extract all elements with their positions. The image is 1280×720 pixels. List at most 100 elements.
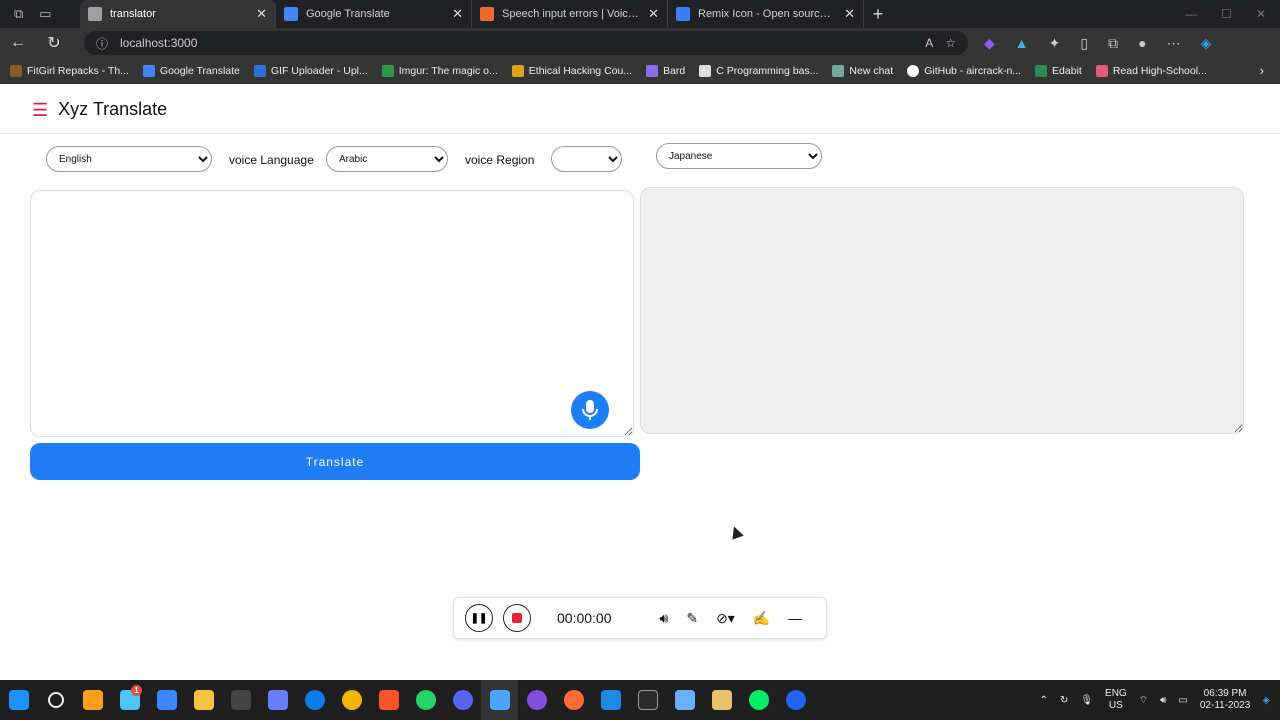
taskbar-app[interactable]: 1 xyxy=(111,680,148,720)
microphone-button[interactable] xyxy=(571,391,609,429)
voice-region-select[interactable] xyxy=(551,146,622,172)
tab-title: Speech input errors | Voice notel xyxy=(502,8,640,20)
bookmark-item[interactable]: Edabit xyxy=(1035,64,1082,77)
pause-button[interactable]: ❚❚ xyxy=(465,604,493,632)
mic-tray-icon[interactable]: 🎙︎ xyxy=(1080,695,1093,706)
voice-language-select[interactable]: Arabic xyxy=(326,146,448,172)
bookmark-label: Read High-School... xyxy=(1112,64,1207,77)
camera-off-icon[interactable]: ⊘▾ xyxy=(716,610,735,627)
brave-icon xyxy=(378,690,399,710)
search-button[interactable] xyxy=(37,680,74,720)
bookmark-item[interactable]: GitHub - aircrack-n... xyxy=(907,64,1021,77)
voice-region-label: voice Region xyxy=(465,153,535,167)
profile-avatar-icon[interactable]: ● xyxy=(1138,35,1146,51)
collections-icon[interactable]: ⧉ xyxy=(1108,35,1118,52)
read-aloud-icon[interactable]: A xyxy=(925,36,933,50)
app-title: Xyz Translate xyxy=(58,99,168,119)
bookmark-item[interactable]: Google Translate xyxy=(142,64,240,77)
notification-badge: 1 xyxy=(131,685,142,696)
address-bar[interactable]: ⓘ localhost:3000 A ☆ xyxy=(84,31,968,55)
wifi-icon[interactable]: ⌔ xyxy=(1139,694,1148,707)
taskbar-app[interactable] xyxy=(740,680,777,720)
hamburger-menu-icon[interactable]: ☰ xyxy=(32,101,48,119)
chevron-right-icon[interactable]: › xyxy=(1260,63,1264,78)
workspaces-icon[interactable]: ⧉ xyxy=(14,6,23,22)
translate-button[interactable]: Translate xyxy=(30,443,640,480)
extension-v-icon[interactable]: ◆ xyxy=(984,35,995,52)
taskbar-app[interactable] xyxy=(481,680,518,720)
battery-icon[interactable]: ▭ xyxy=(1178,695,1187,706)
maximize-icon[interactable]: ☐ xyxy=(1221,7,1232,21)
microphone-off-icon[interactable]: ✎ xyxy=(686,610,698,627)
taskbar-app[interactable] xyxy=(222,680,259,720)
favorite-star-icon[interactable]: ☆ xyxy=(945,36,956,50)
bookmark-item[interactable]: New chat xyxy=(832,64,893,77)
stop-button[interactable] xyxy=(503,604,531,632)
taskbar-app[interactable] xyxy=(777,680,814,720)
sync-icon[interactable]: ↻ xyxy=(1060,695,1068,706)
taskbar-app[interactable] xyxy=(148,680,185,720)
bookmark-item[interactable]: GIF Uploader - Upl... xyxy=(253,64,368,77)
tab-list-icon[interactable]: ▭ xyxy=(39,6,51,22)
target-language-select[interactable]: Japanese xyxy=(656,143,822,169)
taskbar-app[interactable] xyxy=(296,680,333,720)
taskbar-app[interactable] xyxy=(333,680,370,720)
info-icon[interactable]: ⓘ xyxy=(96,35,108,52)
speaker-icon[interactable]: 🔊︎ xyxy=(660,610,669,627)
browser-tab[interactable]: Speech input errors | Voice notel ✕ xyxy=(472,0,668,28)
taskbar-app[interactable] xyxy=(629,680,666,720)
source-text-input[interactable] xyxy=(30,190,634,437)
split-screen-icon[interactable]: ▯ xyxy=(1080,35,1088,52)
taskbar-app[interactable] xyxy=(555,680,592,720)
vscode-icon xyxy=(600,690,621,710)
browser-tab[interactable]: Google Translate ✕ xyxy=(276,0,472,28)
taskbar-app[interactable] xyxy=(74,680,111,720)
bookmark-item[interactable]: Imgur: The magic o... xyxy=(381,64,498,77)
taskbar-app[interactable] xyxy=(259,680,296,720)
browser-tab[interactable]: translator ✕ xyxy=(80,0,276,28)
browser-tab[interactable]: Remix Icon - Open source icon li ✕ xyxy=(668,0,864,28)
volume-icon[interactable]: 🔊︎ xyxy=(1160,695,1166,706)
epic-games-icon xyxy=(637,690,658,710)
copilot-tray-icon[interactable]: ◈ xyxy=(1262,695,1270,706)
close-window-icon[interactable]: ✕ xyxy=(1256,7,1266,21)
taskbar-app[interactable] xyxy=(444,680,481,720)
taskbar-app[interactable] xyxy=(370,680,407,720)
extension-a-icon[interactable]: ▲ xyxy=(1015,35,1029,51)
minimize-recorder-icon[interactable]: — xyxy=(788,610,802,626)
taskbar-app[interactable] xyxy=(666,680,703,720)
close-icon[interactable]: ✕ xyxy=(256,6,267,22)
bookmark-item[interactable]: Bard xyxy=(646,64,685,77)
close-icon[interactable]: ✕ xyxy=(844,6,855,22)
copilot-icon[interactable]: ◈ xyxy=(1201,35,1212,52)
taskbar-app[interactable] xyxy=(185,680,222,720)
source-language-select[interactable]: English xyxy=(46,146,212,172)
new-tab-button[interactable]: + xyxy=(864,0,892,28)
extensions-icon[interactable]: ✦ xyxy=(1049,35,1061,52)
more-menu-icon[interactable]: ⋯ xyxy=(1167,35,1181,52)
screen-recorder-bar: ❚❚ 00:00:00 🔊︎ ✎ ⊘▾ ✍ — xyxy=(453,597,827,639)
taskbar-app[interactable] xyxy=(407,680,444,720)
minimize-icon[interactable]: — xyxy=(1185,7,1197,21)
start-button[interactable] xyxy=(0,680,37,720)
app-header: ☰ Xyz Translate xyxy=(0,86,1280,134)
language-indicator[interactable]: ENG US xyxy=(1105,688,1127,712)
search-icon xyxy=(47,692,64,708)
annotate-pen-icon[interactable]: ✍ xyxy=(753,610,770,627)
taskbar-app[interactable] xyxy=(703,680,740,720)
back-icon[interactable]: ← xyxy=(0,34,36,52)
chevron-up-icon[interactable]: ⌃ xyxy=(1040,695,1048,706)
clock[interactable]: 06:39 PM 02-11-2023 xyxy=(1200,688,1250,712)
page-favicon-icon xyxy=(88,7,102,21)
bookmark-item[interactable]: Ethical Hacking Cou... xyxy=(511,64,633,77)
bookmark-label: Ethical Hacking Cou... xyxy=(528,64,633,77)
bookmark-item[interactable]: Read High-School... xyxy=(1095,64,1207,77)
refresh-icon[interactable]: ↻ xyxy=(36,33,72,53)
taskbar-app[interactable] xyxy=(592,680,629,720)
close-icon[interactable]: ✕ xyxy=(452,6,463,22)
bookmark-item[interactable]: FitGirl Repacks - Th... xyxy=(10,64,129,77)
address-text: localhost:3000 xyxy=(120,36,198,50)
close-icon[interactable]: ✕ xyxy=(648,6,659,22)
taskbar-app[interactable] xyxy=(518,680,555,720)
bookmark-item[interactable]: C Programming bas... xyxy=(699,64,818,77)
